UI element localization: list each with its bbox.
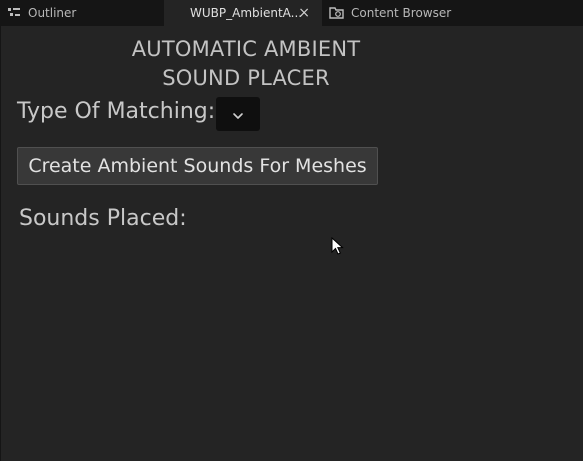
tab-content-browser-label: Content Browser — [351, 6, 452, 20]
tab-content-browser[interactable]: Content Browser — [329, 0, 451, 26]
close-icon[interactable]: × — [298, 5, 310, 21]
matching-type-label: Type Of Matching: — [17, 99, 216, 124]
create-ambient-sounds-button[interactable]: Create Ambient Sounds For Meshes — [17, 147, 378, 185]
tab-outliner[interactable]: Outliner — [6, 0, 76, 26]
tab-outliner-label: Outliner — [28, 6, 77, 20]
matching-type-dropdown[interactable] — [216, 97, 260, 131]
sounds-placed-label: Sounds Placed: — [19, 206, 187, 231]
widget-panel: AUTOMATIC AMBIENT SOUND PLACER Type Of M… — [1, 26, 583, 461]
tab-bar: Outliner WUBP_AmbientA... × Content Brow… — [0, 0, 583, 26]
mouse-cursor-icon — [331, 236, 345, 261]
page-title: AUTOMATIC AMBIENT SOUND PLACER — [1, 35, 491, 93]
title-line-2: SOUND PLACER — [162, 66, 330, 90]
chevron-down-icon — [232, 105, 244, 124]
tab-widget-label: WUBP_AmbientA... — [190, 6, 303, 20]
tab-widget-blueprint[interactable]: WUBP_AmbientA... × — [164, 0, 322, 26]
outliner-icon — [6, 5, 22, 21]
content-browser-icon — [329, 5, 345, 21]
title-line-1: AUTOMATIC AMBIENT — [131, 37, 361, 61]
